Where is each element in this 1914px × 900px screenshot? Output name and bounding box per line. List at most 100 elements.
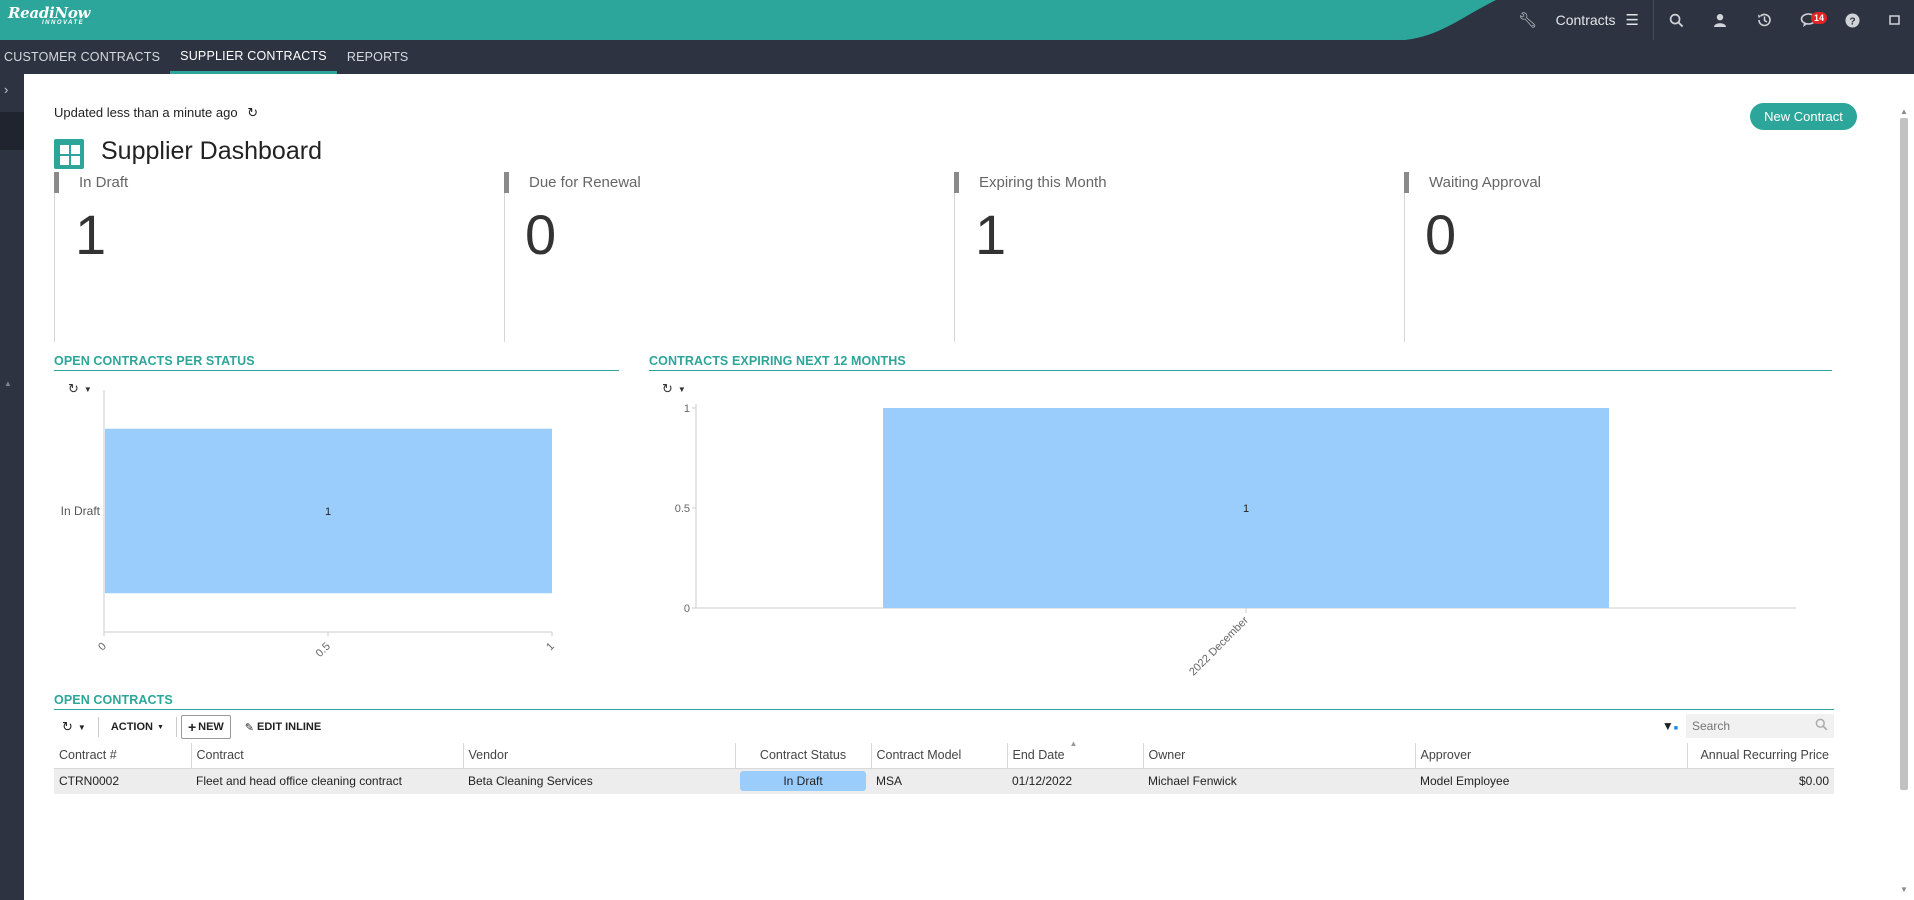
- search-icon[interactable]: [1815, 718, 1828, 734]
- cell-contract-status[interactable]: In Draft: [735, 768, 871, 794]
- chat-icon[interactable]: 14: [1786, 0, 1830, 40]
- chevron-down-icon: ▼: [77, 722, 86, 732]
- filter-icon[interactable]: ▼■: [1662, 719, 1678, 733]
- toolbar-divider: [97, 717, 99, 737]
- chart-expiring-svg: 0 0.5 1 1 2022 December: [675, 403, 1796, 678]
- column-header-end-date-label: End Date: [1012, 748, 1065, 763]
- kpi-value: 0: [525, 203, 557, 266]
- action-menu-button[interactable]: ACTION ▼: [103, 715, 172, 739]
- data-label: 1: [325, 506, 331, 518]
- scroll-down-icon[interactable]: ▼: [1900, 885, 1908, 894]
- kpi-marker: [54, 172, 59, 193]
- column-header-owner[interactable]: Owner: [1143, 743, 1416, 769]
- refresh-icon[interactable]: ↻: [247, 105, 258, 120]
- chart-expiring: 0 0.5 1 1 2022 December: [649, 390, 1829, 695]
- column-header-contract-status[interactable]: Contract Status: [735, 743, 872, 769]
- table-row[interactable]: CTRN0002 Fleet and head office cleaning …: [54, 768, 1834, 794]
- nav-tabs: CUSTOMER CONTRACTS SUPPLIER CONTRACTS RE…: [0, 40, 1914, 74]
- wrench-icon[interactable]: 🔧︎: [1506, 0, 1550, 40]
- scroll-up-icon[interactable]: ▲: [1900, 107, 1908, 116]
- scroll-thumb[interactable]: [1900, 118, 1908, 790]
- x-tick-label: 2022 December: [1187, 614, 1251, 678]
- sort-ascending-icon: ▲: [1069, 739, 1078, 748]
- app-name: Contracts: [1555, 12, 1616, 28]
- kpi-value: 1: [975, 203, 1007, 266]
- new-label: NEW: [198, 721, 224, 733]
- collapse-arrow-icon[interactable]: ▲: [4, 379, 12, 388]
- column-header-annual-recurring-price[interactable]: Annual Recurring Price: [1687, 743, 1834, 769]
- cell-contract[interactable]: Fleet and head office cleaning contract: [191, 768, 463, 794]
- updated-text: Updated less than a minute ago: [54, 105, 238, 120]
- y-tick-label: In Draft: [61, 504, 101, 518]
- kpi-label: Expiring this Month: [979, 174, 1107, 191]
- updated-status: Updated less than a minute ago ↻: [54, 105, 258, 121]
- top-icons: 🔧︎ Contracts ☰ 14 ?: [1506, 0, 1914, 40]
- menu-icon: ☰: [1625, 12, 1639, 29]
- column-header-approver[interactable]: Approver: [1415, 743, 1688, 769]
- cell-annual-recurring-price[interactable]: $0.00: [1687, 768, 1834, 794]
- cell-approver[interactable]: Model Employee: [1415, 768, 1687, 794]
- toolbar-divider: [175, 717, 177, 737]
- logo[interactable]: ReadiNow INNOVATE: [8, 4, 90, 26]
- y-tick-label: 0.5: [675, 503, 690, 515]
- kpi-due-for-renewal[interactable]: Due for Renewal 0: [504, 172, 952, 342]
- logo-tagline: INNOVATE: [42, 20, 85, 26]
- column-header-end-date[interactable]: End Date ▲: [1007, 739, 1144, 769]
- cell-owner[interactable]: Michael Fenwick: [1143, 768, 1415, 794]
- grid-toolbar: ↻ ▼ ACTION ▼ + NEW ✎ EDIT INLINE ▼■: [54, 713, 1834, 741]
- kpi-marker: [954, 172, 959, 193]
- chart-status-svg: In Draft 1 0 0.5 1: [61, 390, 557, 660]
- page-scrollbar[interactable]: ▲ ▼: [1894, 74, 1914, 900]
- column-header-vendor[interactable]: Vendor: [463, 743, 736, 769]
- notifications-badge: 14: [1811, 12, 1828, 24]
- cell-vendor[interactable]: Beta Cleaning Services: [463, 768, 735, 794]
- open-contracts-table: Contract # Contract Vendor Contract Stat…: [54, 739, 1834, 794]
- status-badge: In Draft: [740, 771, 866, 792]
- chart-expiring-title: CONTRACTS EXPIRING NEXT 12 MONTHS: [649, 354, 1832, 371]
- new-contract-button[interactable]: New Contract: [1750, 103, 1857, 130]
- cell-contract-number[interactable]: CTRN0002: [54, 768, 191, 794]
- column-header-contract[interactable]: Contract: [191, 743, 464, 769]
- help-icon[interactable]: ?: [1830, 0, 1874, 40]
- x-tick-label: 0.5: [314, 640, 333, 659]
- cell-end-date[interactable]: 01/12/2022: [1007, 768, 1143, 794]
- tab-reports[interactable]: REPORTS: [337, 40, 419, 74]
- left-rail: › ▲: [0, 74, 24, 900]
- tab-customer-contracts[interactable]: CUSTOMER CONTRACTS: [0, 40, 170, 74]
- edit-inline-button[interactable]: ✎ EDIT INLINE: [237, 715, 329, 739]
- search-icon[interactable]: [1654, 0, 1698, 40]
- kpi-expiring-this-month[interactable]: Expiring this Month 1: [954, 172, 1402, 342]
- grid-search-box[interactable]: [1686, 714, 1834, 738]
- app-switcher[interactable]: Contracts ☰: [1550, 0, 1654, 40]
- kpi-marker: [504, 172, 509, 193]
- kpi-in-draft[interactable]: In Draft 1: [54, 172, 502, 342]
- user-icon[interactable]: [1698, 0, 1742, 40]
- chart-status-title: OPEN CONTRACTS PER STATUS: [54, 354, 619, 371]
- window-icon[interactable]: [1874, 0, 1914, 40]
- top-bar: ReadiNow INNOVATE 🔧︎ Contracts ☰ 14 ?: [0, 0, 1914, 40]
- expand-sidebar-icon[interactable]: ›: [4, 82, 8, 97]
- column-header-contract-model[interactable]: Contract Model: [871, 743, 1008, 769]
- column-header-contract-number[interactable]: Contract #: [54, 743, 192, 769]
- grid-search-input[interactable]: [1692, 719, 1802, 733]
- chart-status: In Draft 1 0 0.5 1: [54, 390, 574, 675]
- chevron-down-icon: ▼: [157, 723, 164, 731]
- kpi-value: 1: [75, 203, 107, 266]
- kpi-waiting-approval[interactable]: Waiting Approval 0: [1404, 172, 1852, 342]
- table-header-row: Contract # Contract Vendor Contract Stat…: [54, 739, 1834, 769]
- tab-supplier-contracts[interactable]: SUPPLIER CONTRACTS: [170, 40, 337, 74]
- data-label: 1: [1243, 503, 1249, 515]
- edit-inline-label: EDIT INLINE: [257, 721, 322, 733]
- cell-contract-model[interactable]: MSA: [871, 768, 1007, 794]
- page-title: Supplier Dashboard: [101, 137, 322, 165]
- pencil-icon: ✎: [244, 721, 255, 734]
- new-record-button[interactable]: + NEW: [180, 715, 231, 739]
- left-rail-selected[interactable]: [0, 112, 24, 150]
- y-tick-label: 1: [684, 403, 690, 415]
- history-icon[interactable]: [1742, 0, 1786, 40]
- action-label: ACTION: [110, 721, 153, 733]
- kpi-label: Waiting Approval: [1429, 174, 1542, 191]
- grid-refresh-button[interactable]: ↻ ▼: [54, 715, 94, 739]
- y-tick-label: 0: [684, 603, 690, 615]
- dashboard-grid-icon: [54, 139, 84, 169]
